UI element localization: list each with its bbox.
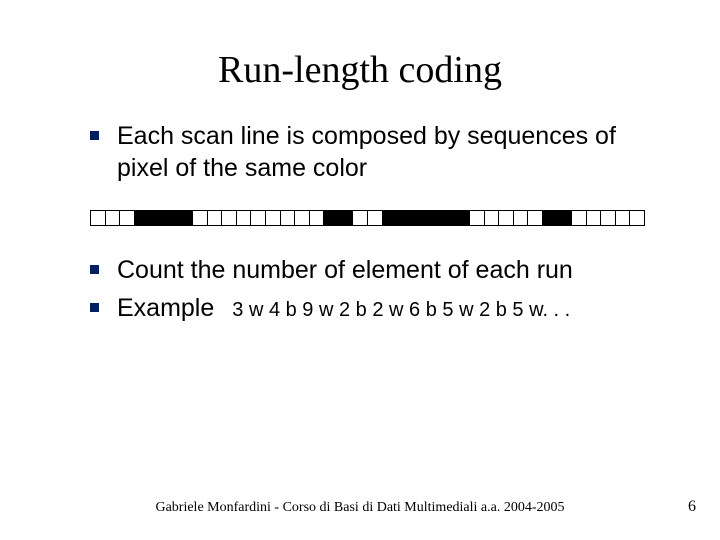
scanline-cell: [295, 211, 310, 225]
scanline-cell: [368, 211, 383, 225]
scanline-cell: [383, 211, 398, 225]
scanline-diagram: [90, 210, 660, 226]
scanline-cell: [237, 211, 252, 225]
scanline-cell: [310, 211, 325, 225]
scanline-cell: [91, 211, 106, 225]
scanline-cell: [397, 211, 412, 225]
bullet-square-icon: [90, 303, 99, 312]
slide-body: Each scan line is composed by sequences …: [0, 120, 720, 324]
scanline-cell: [601, 211, 616, 225]
scanline-cell: [630, 211, 644, 225]
scanline-cell: [426, 211, 441, 225]
scanline-cell: [485, 211, 500, 225]
scanline-cell: [528, 211, 543, 225]
scanline-cell: [353, 211, 368, 225]
scanline-cell: [281, 211, 296, 225]
bullet-text: Each scan line is composed by sequences …: [117, 120, 660, 184]
scanline-cell: [106, 211, 121, 225]
scanline-cell: [499, 211, 514, 225]
scanline-cell: [558, 211, 573, 225]
scanline-cell: [149, 211, 164, 225]
scanline-cell: [543, 211, 558, 225]
scanline-cell: [455, 211, 470, 225]
scanline-cell: [412, 211, 427, 225]
scanline-cell: [339, 211, 354, 225]
scanline-cell: [441, 211, 456, 225]
scanline-cell: [514, 211, 529, 225]
scanline-cell: [324, 211, 339, 225]
scanline-cell: [251, 211, 266, 225]
scanline-row: [90, 210, 645, 226]
scanline-cell: [120, 211, 135, 225]
scanline-cell: [572, 211, 587, 225]
bullet-item: Each scan line is composed by sequences …: [90, 120, 660, 184]
scanline-cell: [587, 211, 602, 225]
scanline-cell: [266, 211, 281, 225]
scanline-cell: [164, 211, 179, 225]
scanline-cell: [193, 211, 208, 225]
scanline-cell: [178, 211, 193, 225]
bullet-square-icon: [90, 131, 99, 140]
example-label: Example: [117, 292, 214, 324]
bullet-item: Count the number of element of each run: [90, 254, 660, 286]
scanline-cell: [208, 211, 223, 225]
slide-footer: Gabriele Monfardini - Corso di Basi di D…: [0, 500, 720, 516]
example-code: 3 w 4 b 9 w 2 b 2 w 6 b 5 w 2 b 5 w. . .: [232, 296, 570, 324]
scanline-cell: [470, 211, 485, 225]
bullet-square-icon: [90, 265, 99, 274]
scanline-cell: [135, 211, 150, 225]
bullet-text: Count the number of element of each run: [117, 254, 660, 286]
bullet-item: Example 3 w 4 b 9 w 2 b 2 w 6 b 5 w 2 b …: [90, 292, 660, 324]
example-line: Example 3 w 4 b 9 w 2 b 2 w 6 b 5 w 2 b …: [117, 292, 660, 324]
scanline-cell: [222, 211, 237, 225]
slide-title: Run-length coding: [0, 0, 720, 120]
page-number: 6: [688, 498, 696, 516]
scanline-cell: [616, 211, 631, 225]
